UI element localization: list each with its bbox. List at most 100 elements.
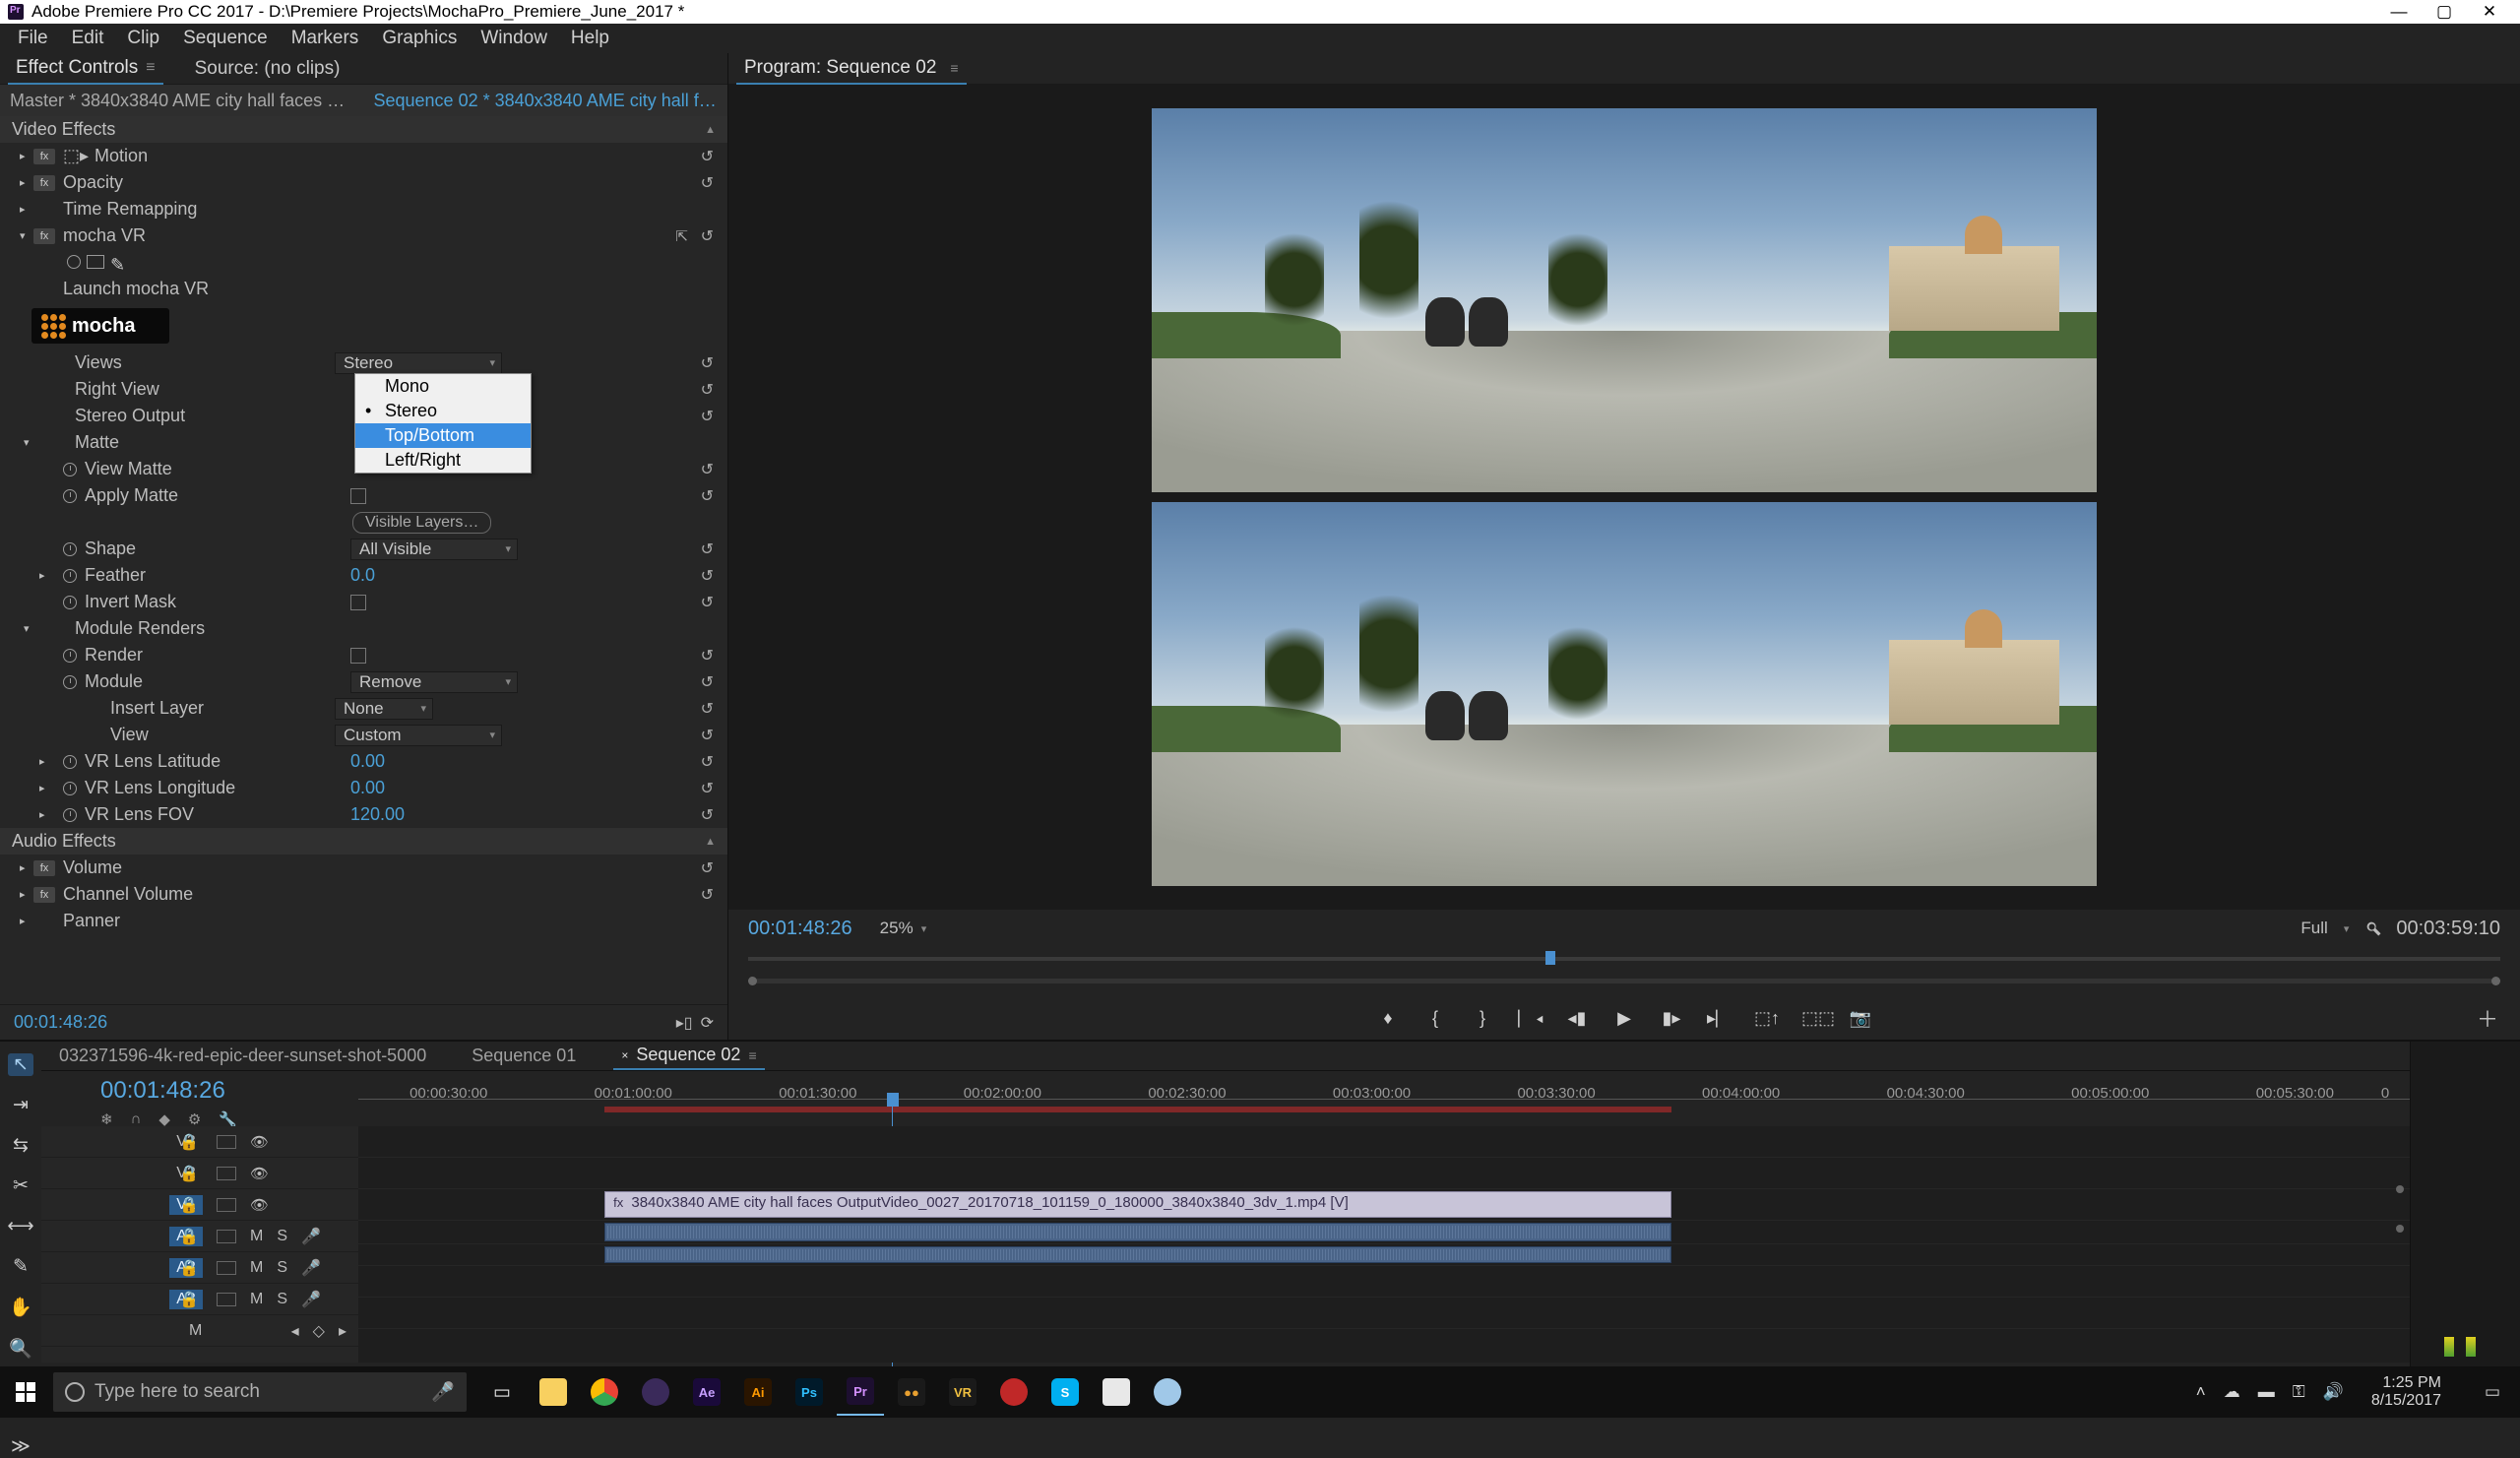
- reset-icon[interactable]: ↺: [701, 407, 714, 426]
- twist-icon[interactable]: ▸: [20, 176, 33, 189]
- button-editor-icon[interactable]: ＋: [2477, 1002, 2498, 1034]
- twist-icon[interactable]: ▸: [20, 150, 33, 162]
- views-dropdown[interactable]: Stereo: [335, 352, 502, 374]
- close-button[interactable]: ✕: [2467, 0, 2512, 24]
- twist-icon[interactable]: ▸: [20, 861, 33, 874]
- program-viewport[interactable]: [728, 85, 2520, 910]
- track-head-v3[interactable]: 🔒V3👁: [41, 1126, 358, 1158]
- panel-menu-icon[interactable]: ≡: [146, 59, 155, 77]
- program-playhead[interactable]: [1545, 951, 1555, 965]
- video-effects-header[interactable]: Video Effects ▲: [0, 116, 727, 143]
- panel-menu-icon[interactable]: ≡: [950, 60, 958, 76]
- timeline-tab-0[interactable]: 032371596-4k-red-epic-deer-sunset-shot-5…: [51, 1043, 434, 1069]
- mic-icon[interactable]: 🎤: [431, 1380, 455, 1404]
- fov-value[interactable]: 120.00: [350, 804, 405, 825]
- ellipse-mask-icon[interactable]: [67, 255, 81, 269]
- timeline-tab-2[interactable]: × Sequence 02 ≡: [613, 1042, 764, 1070]
- ec-sequence-clip[interactable]: Sequence 02 * 3840x3840 AME city hall fa…: [364, 91, 728, 111]
- twist-icon[interactable]: ▸: [39, 755, 53, 768]
- fx-toggle[interactable]: fx: [33, 175, 55, 191]
- sync-lock-icon[interactable]: [217, 1261, 236, 1275]
- menu-help[interactable]: Help: [561, 26, 619, 51]
- views-option-topbottom[interactable]: Top/Bottom: [355, 423, 531, 448]
- pin-icon[interactable]: ⇱: [675, 227, 688, 245]
- pen-mask-icon[interactable]: ✎: [110, 255, 126, 271]
- taskbar-app-1[interactable]: ●●: [888, 1368, 935, 1416]
- timeline-playhead[interactable]: [887, 1093, 899, 1107]
- menu-file[interactable]: File: [8, 26, 58, 51]
- fx-time-row[interactable]: ▸ Time Remapping: [0, 196, 727, 222]
- reset-icon[interactable]: ↺: [701, 752, 714, 772]
- twist-icon[interactable]: ▸: [39, 782, 53, 794]
- reset-icon[interactable]: ↺: [701, 805, 714, 825]
- solo-button[interactable]: S: [277, 1228, 287, 1245]
- audio-effects-header[interactable]: Audio Effects ▲: [0, 828, 727, 855]
- taskbar-premiere[interactable]: Pr: [837, 1368, 884, 1416]
- feather-value[interactable]: 0.0: [350, 565, 375, 586]
- fx-mocha-row[interactable]: ▾ fx mocha VR ⇱ ↺: [0, 222, 727, 249]
- wrench-icon[interactable]: [2364, 919, 2382, 937]
- stopwatch-icon[interactable]: [63, 755, 77, 769]
- ec-timecode[interactable]: 00:01:48:26: [14, 1012, 107, 1033]
- taskbar-photoshop[interactable]: Ps: [786, 1368, 833, 1416]
- solo-button[interactable]: S: [277, 1259, 287, 1277]
- razor-tool[interactable]: ✂: [8, 1174, 33, 1197]
- taskbar-search[interactable]: Type here to search 🎤: [53, 1372, 467, 1412]
- menu-window[interactable]: Window: [471, 26, 557, 51]
- render-checkbox[interactable]: [350, 648, 366, 664]
- prev-keyframe-icon[interactable]: ◂: [291, 1321, 299, 1341]
- views-option-leftright[interactable]: Left/Right: [355, 448, 531, 473]
- reset-icon[interactable]: ↺: [701, 672, 714, 692]
- voice-over-icon[interactable]: 🎤: [301, 1290, 321, 1309]
- launch-mocha-row[interactable]: ▾ Launch mocha VR: [0, 276, 727, 302]
- reset-icon[interactable]: ↺: [701, 699, 714, 719]
- track-head-v1[interactable]: 🔒V1👁: [41, 1189, 358, 1221]
- action-center-button[interactable]: ▭: [2469, 1368, 2516, 1416]
- reset-icon[interactable]: ↺: [701, 380, 714, 400]
- reset-icon[interactable]: ↺: [701, 885, 714, 905]
- taskbar-skype[interactable]: S: [1041, 1368, 1089, 1416]
- toggle-track-output[interactable]: 👁: [250, 1165, 269, 1182]
- menu-markers[interactable]: Markers: [282, 26, 369, 51]
- sync-lock-icon[interactable]: [217, 1293, 236, 1306]
- reset-icon[interactable]: ↺: [701, 858, 714, 878]
- reset-icon[interactable]: ↺: [701, 726, 714, 745]
- clip-v1[interactable]: fx 3840x3840 AME city hall faces OutputV…: [604, 1191, 1671, 1218]
- lane-v3[interactable]: [358, 1126, 2410, 1158]
- add-marker-button[interactable]: ♦: [1376, 1008, 1400, 1029]
- invert-mask-checkbox[interactable]: [350, 595, 366, 610]
- lane-a3[interactable]: [358, 1298, 2410, 1329]
- ec-master-clip[interactable]: Master * 3840x3840 AME city hall faces O…: [0, 91, 364, 111]
- apply-matte-checkbox[interactable]: [350, 488, 366, 504]
- go-to-out-button[interactable]: ▸⎸: [1707, 1008, 1731, 1029]
- chevron-down-icon[interactable]: ▾: [2344, 922, 2350, 935]
- timeline-ruler[interactable]: 00:00:30:00 00:01:00:00 00:01:30:00 00:0…: [358, 1071, 2410, 1126]
- fx-toggle[interactable]: fx: [33, 887, 55, 903]
- step-back-button[interactable]: ◂▮: [1565, 1008, 1589, 1029]
- stopwatch-icon[interactable]: [63, 463, 77, 476]
- zoom-handle-left[interactable]: [748, 977, 757, 985]
- twist-icon[interactable]: ▸: [20, 888, 33, 901]
- fx-chvol-row[interactable]: ▸ fx Channel Volume ↺: [0, 881, 727, 908]
- reset-icon[interactable]: ↺: [701, 566, 714, 586]
- taskbar-clock[interactable]: 1:25 PM 8/15/2017: [2362, 1374, 2451, 1410]
- mocha-logo-button[interactable]: mocha: [0, 302, 727, 349]
- selection-tool[interactable]: ↖: [8, 1053, 33, 1076]
- reset-icon[interactable]: ↺: [701, 593, 714, 612]
- mute-button[interactable]: M: [250, 1291, 263, 1308]
- pen-tool[interactable]: ✎: [8, 1255, 33, 1278]
- taskbar-chrome[interactable]: [581, 1368, 628, 1416]
- stopwatch-icon[interactable]: [63, 489, 77, 503]
- stopwatch-icon[interactable]: [63, 596, 77, 609]
- track-head-a2[interactable]: 🔒A2MS🎤: [41, 1252, 358, 1284]
- sync-lock-icon[interactable]: [217, 1167, 236, 1180]
- program-resolution[interactable]: Full: [2300, 919, 2327, 938]
- taskbar-eclipse[interactable]: [632, 1368, 679, 1416]
- program-zoom[interactable]: 25%: [880, 919, 914, 938]
- track-body[interactable]: fx 3840x3840 AME city hall faces OutputV…: [358, 1126, 2410, 1363]
- slip-tool[interactable]: ⟷: [8, 1215, 33, 1237]
- clip-a1[interactable]: [604, 1223, 1671, 1241]
- lane-v2[interactable]: [358, 1158, 2410, 1189]
- taskbar-app-3[interactable]: [990, 1368, 1038, 1416]
- step-forward-button[interactable]: ▮▸: [1660, 1008, 1683, 1029]
